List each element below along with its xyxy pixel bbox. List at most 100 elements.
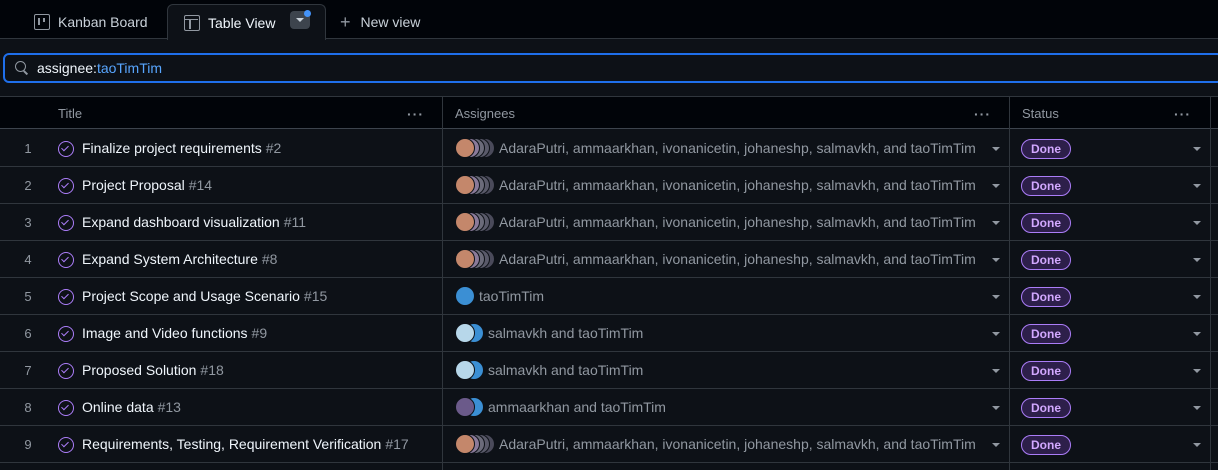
assignees-text[interactable]: AdaraPutri, ammaarkhan, ivonanicetin, jo… [499, 251, 976, 267]
status-badge: Done [1021, 435, 1071, 455]
assignees-dropdown-icon[interactable] [992, 406, 1000, 410]
plus-icon: + [340, 11, 351, 32]
issue-title-link[interactable]: Finalize project requirements #2 [82, 140, 281, 156]
assignees-text[interactable]: salmavkh and taoTimTim [488, 325, 643, 341]
avatar [455, 286, 475, 306]
issue-title: Image and Video functions [82, 325, 248, 341]
row-number: 9 [24, 437, 32, 452]
table-row[interactable]: 7 Proposed Solution #18 salmavkh and taoTim… [0, 352, 1218, 389]
assignees-text[interactable]: AdaraPutri, ammaarkhan, ivonanicetin, jo… [499, 177, 976, 193]
status-badge: Done [1021, 139, 1071, 159]
column-header-assignees[interactable]: Assignees [455, 97, 515, 129]
table-row[interactable]: 3 Expand dashboard visualization #11 AdaraP… [0, 204, 1218, 241]
issue-number: #11 [283, 214, 307, 230]
row-number: 6 [24, 326, 32, 341]
avatar [455, 249, 475, 269]
issue-title-link[interactable]: Project Proposal #14 [82, 177, 212, 193]
avatar [455, 397, 475, 417]
avatar [455, 138, 475, 158]
status-dropdown-icon[interactable] [1193, 369, 1201, 373]
status-dropdown-icon[interactable] [1193, 258, 1201, 262]
row-number: 5 [24, 289, 32, 304]
assignees-dropdown-icon[interactable] [992, 147, 1000, 151]
row-number: 7 [24, 363, 32, 378]
assignees-dropdown-icon[interactable] [992, 369, 1000, 373]
tab-kanban-board[interactable]: Kanban Board [34, 4, 148, 39]
row-number: 2 [24, 178, 32, 193]
issue-title-link[interactable]: Project Scope and Usage Scenario #15 [82, 288, 327, 304]
issue-title-link[interactable]: Proposed Solution #18 [82, 362, 224, 378]
filter-key: assignee: [37, 60, 97, 76]
status-badge: Done [1021, 213, 1071, 233]
unsaved-changes-dot [304, 10, 311, 17]
issue-number: #17 [385, 436, 409, 452]
table-row[interactable]: 8 Online data #13 ammaarkhan and taoTimTim D… [0, 389, 1218, 426]
issue-title-link[interactable]: Online data #13 [82, 399, 181, 415]
column-menu-icon[interactable]: ··· [407, 106, 424, 122]
row-number: 8 [24, 400, 32, 415]
column-menu-icon[interactable]: ··· [974, 106, 991, 122]
status-dropdown-icon[interactable] [1193, 332, 1201, 336]
filter-input[interactable]: assignee: taoTimTim [3, 53, 1218, 83]
assignees-text[interactable]: AdaraPutri, ammaarkhan, ivonanicetin, jo… [499, 140, 976, 156]
status-dropdown-icon[interactable] [1193, 184, 1201, 188]
issue-number: #14 [188, 177, 213, 193]
issue-closed-icon [58, 215, 74, 231]
issue-number: #2 [265, 140, 282, 156]
avatar [455, 360, 475, 380]
table-row[interactable]: 4 Expand System Architecture #8 AdaraPutri,… [0, 241, 1218, 278]
new-view-button[interactable]: + New view [340, 4, 420, 39]
table-header: Title ··· Assignees ··· Status ··· [0, 96, 1218, 129]
issue-title-link[interactable]: Expand System Architecture #8 [82, 251, 277, 267]
issue-closed-icon [58, 178, 74, 194]
table-row[interactable]: 5 Project Scope and Usage Scenario #15 taoT… [0, 278, 1218, 315]
issue-title-link[interactable]: Image and Video functions #9 [82, 325, 267, 341]
issue-title: Finalize project requirements [82, 140, 262, 156]
table-icon [184, 14, 200, 31]
status-dropdown-icon[interactable] [1193, 406, 1201, 410]
status-dropdown-icon[interactable] [1193, 295, 1201, 299]
status-dropdown-icon[interactable] [1193, 221, 1201, 225]
assignees-dropdown-icon[interactable] [992, 221, 1000, 225]
avatar [455, 175, 475, 195]
issue-title: Expand System Architecture [82, 251, 258, 267]
assignees-text[interactable]: AdaraPutri, ammaarkhan, ivonanicetin, jo… [499, 214, 976, 230]
status-dropdown-icon[interactable] [1193, 443, 1201, 447]
assignees-dropdown-icon[interactable] [992, 332, 1000, 336]
assignees-dropdown-icon[interactable] [992, 258, 1000, 262]
filter-value: taoTimTim [96, 60, 163, 76]
assignees-dropdown-icon[interactable] [992, 295, 1000, 299]
status-dropdown-icon[interactable] [1193, 147, 1201, 151]
issue-closed-icon [58, 326, 74, 342]
status-badge: Done [1021, 361, 1071, 381]
table-row[interactable]: 6 Image and Video functions #9 salmavkh and… [0, 315, 1218, 352]
column-header-title[interactable]: Title [58, 97, 82, 129]
issue-number: #15 [303, 288, 328, 304]
issue-closed-icon [58, 400, 74, 416]
issue-title: Proposed Solution [82, 362, 197, 378]
status-badge: Done [1021, 324, 1071, 344]
table-row[interactable]: 9 Requirements, Testing, Requirement Veri… [0, 426, 1218, 463]
column-header-status[interactable]: Status [1022, 97, 1059, 129]
status-badge: Done [1021, 176, 1071, 196]
issue-title: Requirements, Testing, Requirement Verif… [82, 436, 382, 452]
assignees-text[interactable]: ammaarkhan and taoTimTim [488, 399, 666, 415]
assignees-text[interactable]: AdaraPutri, ammaarkhan, ivonanicetin, jo… [499, 436, 976, 452]
issue-title-link[interactable]: Requirements, Testing, Requirement Verif… [82, 436, 409, 452]
table-row[interactable]: 2 Project Proposal #14 AdaraPutri, ammaarkh… [0, 167, 1218, 204]
issue-closed-icon [58, 141, 74, 157]
board-icon [34, 13, 50, 30]
column-menu-icon[interactable]: ··· [1174, 106, 1191, 122]
issue-number: #9 [251, 325, 268, 341]
assignees-text[interactable]: taoTimTim [479, 288, 544, 304]
issue-title-link[interactable]: Expand dashboard visualization #11 [82, 214, 306, 230]
issue-closed-icon [58, 252, 74, 268]
assignees-text[interactable]: salmavkh and taoTimTim [488, 362, 643, 378]
issue-closed-icon [58, 363, 74, 379]
issue-title: Online data [82, 399, 154, 415]
status-badge: Done [1021, 287, 1071, 307]
tab-label: Table View [208, 14, 276, 31]
table-row[interactable]: 1 Finalize project requirements #2 AdaraPut… [0, 130, 1218, 167]
assignees-dropdown-icon[interactable] [992, 184, 1000, 188]
assignees-dropdown-icon[interactable] [992, 443, 1000, 447]
